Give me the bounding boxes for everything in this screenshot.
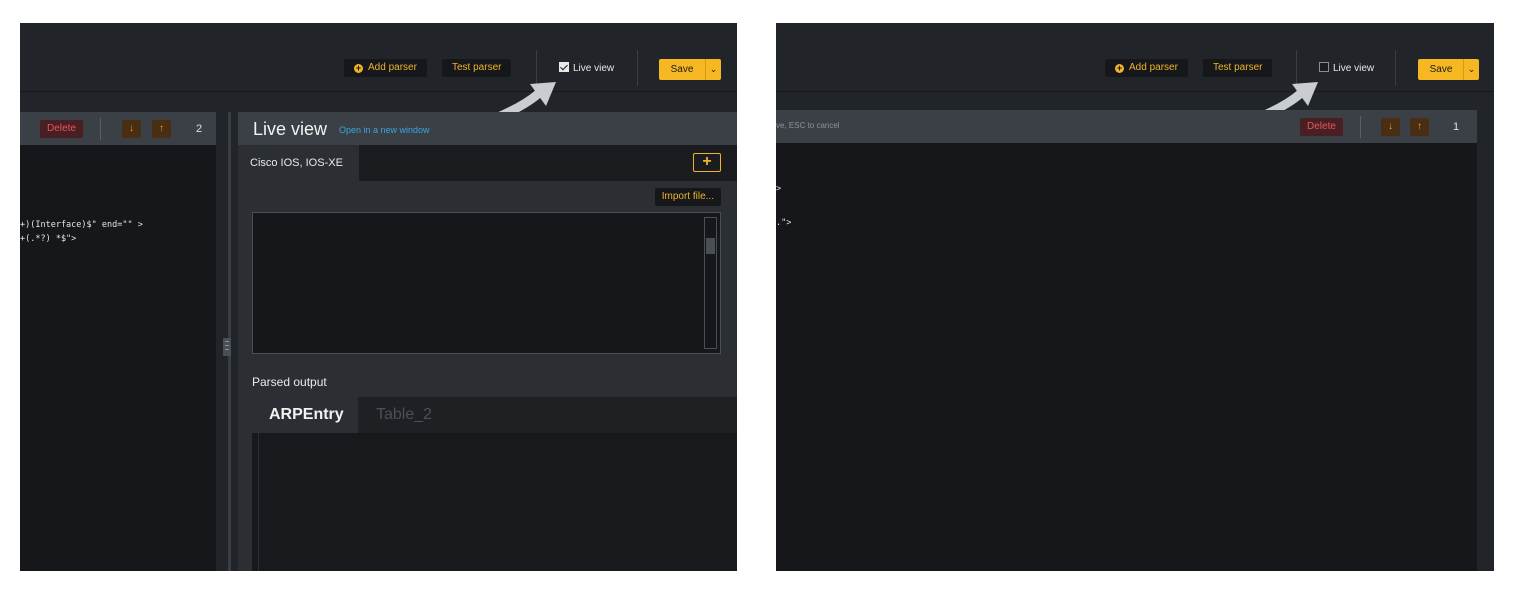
- parser-editor-header: Delete ↓ ↑ 2: [20, 112, 216, 145]
- tab-cisco-ios[interactable]: Cisco IOS, IOS-XE: [238, 145, 359, 181]
- delete-button[interactable]: Delete: [1300, 118, 1343, 136]
- parser-code-editor[interactable]: > .">: [776, 143, 1477, 571]
- left-screenshot-panel: + Add parser Test parser Live view Save ⌄…: [20, 23, 737, 571]
- test-parser-button[interactable]: Test parser: [1203, 59, 1273, 77]
- arrow-down-icon: ↓: [129, 123, 134, 134]
- live-view-pane: Live view Open in a new window Cisco IOS…: [238, 112, 737, 571]
- chevron-down-icon: ⌄: [709, 64, 718, 74]
- device-tab-bar: Cisco IOS, IOS-XE +: [238, 145, 737, 181]
- toolbar-divider: [1395, 50, 1396, 86]
- output-tab-bar: ARPEntry Table_2: [252, 397, 737, 433]
- checkbox-checked-icon[interactable]: [559, 62, 569, 72]
- save-button[interactable]: Save: [659, 59, 705, 80]
- live-view-title: Live view: [253, 119, 328, 139]
- arrow-up-icon: ↑: [1417, 121, 1422, 132]
- plus-circle-icon: +: [354, 63, 363, 73]
- test-parser-button[interactable]: Test parser: [442, 59, 512, 77]
- code-line: .">: [776, 218, 792, 228]
- checkbox-unchecked-icon[interactable]: [1319, 62, 1329, 72]
- open-new-window-link[interactable]: Open in a new window: [339, 125, 430, 135]
- arrow-down-icon: ↓: [1388, 121, 1393, 132]
- add-parser-button[interactable]: + Add parser: [344, 59, 427, 77]
- add-tab-button[interactable]: +: [693, 153, 721, 172]
- save-button[interactable]: Save: [1418, 59, 1464, 80]
- tab-table-2[interactable]: Table_2: [376, 397, 432, 433]
- plus-circle-icon: +: [1115, 63, 1124, 73]
- move-up-button[interactable]: ↑: [152, 120, 171, 138]
- raw-input-textarea[interactable]: [252, 212, 721, 354]
- live-view-checkbox[interactable]: Live view: [559, 62, 614, 75]
- live-view-header: Live view Open in a new window: [238, 112, 737, 145]
- parsed-output-label: Parsed output: [252, 375, 327, 389]
- header-divider: [1360, 116, 1361, 138]
- move-down-button[interactable]: ↓: [1381, 118, 1400, 136]
- live-view-checkbox[interactable]: Live view: [1319, 62, 1374, 75]
- top-toolbar: + Add parser Test parser Live view Save ⌄: [20, 23, 737, 92]
- scrollbar[interactable]: [704, 217, 717, 349]
- parser-editor-header: ve, ESC to cancel Delete ↓ ↑ 1: [776, 110, 1477, 143]
- parser-code-editor[interactable]: +)(Interface)$" end="" > +(.*?) *$">: [20, 145, 216, 571]
- code-line: +)(Interface)$" end="" >: [20, 220, 143, 230]
- move-down-button[interactable]: ↓: [122, 120, 141, 138]
- chevron-down-icon: ⌄: [1467, 64, 1476, 74]
- delete-button[interactable]: Delete: [40, 120, 83, 138]
- code-line: >: [776, 184, 782, 194]
- import-file-button[interactable]: Import file...: [654, 188, 721, 206]
- tab-arpentry[interactable]: ARPEntry: [252, 397, 358, 433]
- plus-icon: +: [702, 153, 712, 170]
- parsed-output-table: [252, 433, 737, 571]
- top-toolbar: + Add parser Test parser Live view Save ⌄: [776, 23, 1494, 92]
- right-screenshot-panel: + Add parser Test parser Live view Save ⌄…: [776, 23, 1494, 571]
- move-up-button[interactable]: ↑: [1410, 118, 1429, 136]
- toolbar-divider: [637, 50, 638, 86]
- arrow-up-icon: ↑: [159, 123, 164, 134]
- drag-handle-icon[interactable]: [223, 338, 231, 356]
- parser-count: 1: [1453, 121, 1460, 133]
- add-parser-button[interactable]: + Add parser: [1105, 59, 1188, 77]
- save-options-dropdown[interactable]: ⌄: [1463, 59, 1479, 80]
- code-line: +(.*?) *$">: [20, 234, 77, 244]
- parser-count: 2: [196, 123, 203, 135]
- edit-hint: ve, ESC to cancel: [776, 121, 840, 130]
- scrollbar-thumb[interactable]: [706, 238, 715, 254]
- save-options-dropdown[interactable]: ⌄: [705, 59, 721, 80]
- header-divider: [100, 118, 101, 140]
